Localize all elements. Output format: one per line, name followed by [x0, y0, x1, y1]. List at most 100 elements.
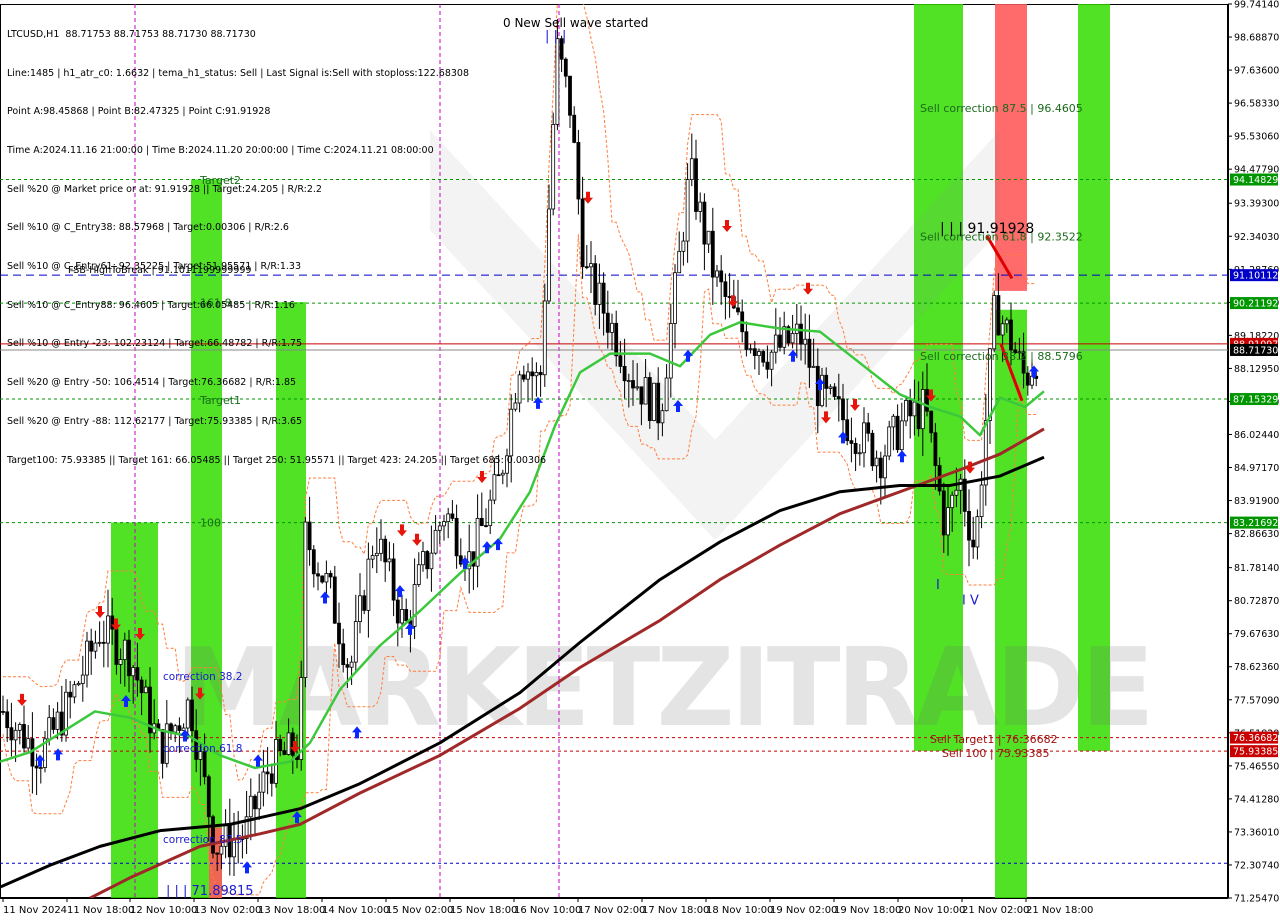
- bear-candle: [866, 422, 871, 434]
- bear-candle: [584, 266, 589, 269]
- bull-candle: [899, 420, 904, 451]
- bull-candle: [17, 724, 22, 731]
- bear-candle: [341, 643, 346, 666]
- bull-candle: [773, 334, 778, 353]
- bull-candle: [597, 282, 602, 305]
- bear-candle: [895, 415, 900, 451]
- green-zone: [191, 179, 222, 899]
- bull-candle: [689, 158, 694, 181]
- bull-candle: [387, 558, 392, 563]
- bull-candle: [698, 201, 703, 212]
- bull-candle: [106, 615, 110, 644]
- bear-candle: [572, 114, 577, 143]
- bull-candle: [547, 208, 551, 302]
- bear-candle: [190, 699, 194, 732]
- price-tick-label: 72.30740: [1234, 860, 1279, 871]
- bear-candle: [563, 58, 568, 77]
- bull-candle: [975, 516, 980, 548]
- bull-candle: [887, 426, 892, 457]
- bull-candle: [912, 401, 917, 417]
- bear-candle: [618, 355, 623, 367]
- bear-candle: [925, 389, 929, 412]
- bear-candle: [332, 576, 337, 624]
- bear-candle: [311, 549, 316, 575]
- bear-candle: [521, 374, 526, 380]
- zone-label: Sell 100 | 75.93385: [942, 747, 1050, 760]
- bear-candle: [647, 377, 652, 421]
- bull-candle: [681, 240, 686, 252]
- price-tick-label: 78.62360: [1234, 662, 1279, 673]
- bull-candle: [93, 642, 98, 652]
- bear-candle: [853, 442, 858, 454]
- trading-chart[interactable]: MARKETZITRADE FSB-HighToBreak | 91.101119…: [0, 0, 1280, 920]
- wave-label: | | | 91.91928: [940, 221, 1034, 237]
- price-badge-label: 75.93385: [1233, 747, 1278, 758]
- bear-candle: [710, 230, 715, 278]
- price-badge-label: 94.14829: [1233, 175, 1278, 186]
- bull-candle: [299, 677, 304, 760]
- bear-candle: [761, 351, 766, 363]
- bull-candle: [274, 739, 278, 784]
- bear-candle: [639, 386, 644, 405]
- bull-candle: [551, 124, 556, 210]
- price-tick-label: 79.67630: [1234, 629, 1279, 640]
- bear-candle: [278, 739, 283, 751]
- price-tick-label: 83.91900: [1234, 496, 1279, 507]
- bull-candle: [946, 507, 950, 536]
- price-tick-label: 98.68870: [1234, 33, 1279, 44]
- correction-label: correction 38.2: [163, 671, 242, 683]
- sell-arrow-icon: [722, 219, 732, 232]
- bull-candle: [143, 686, 148, 694]
- bear-candle: [395, 599, 400, 624]
- bull-candle: [979, 484, 984, 518]
- wave-label: | | |: [545, 29, 566, 44]
- bull-candle: [433, 529, 438, 554]
- bull-candle: [526, 371, 530, 380]
- bear-candle: [206, 776, 211, 818]
- bear-candle: [496, 474, 501, 477]
- sell-arrow-icon: [397, 524, 407, 537]
- bear-candle: [778, 334, 782, 348]
- bear-candle: [345, 664, 350, 668]
- bear-candle: [530, 371, 535, 377]
- bull-candle: [664, 377, 669, 412]
- sell-arrow-icon: [850, 398, 860, 411]
- bull-candle: [429, 552, 434, 570]
- bull-candle: [643, 377, 648, 405]
- bear-candle: [282, 750, 287, 755]
- time-tick-label: 13 Nov 18:00: [258, 905, 325, 916]
- bear-candle: [836, 396, 841, 400]
- time-tick-label: 11 Nov 18:00: [67, 905, 134, 916]
- bull-candle: [1000, 323, 1005, 336]
- bear-candle: [832, 386, 837, 397]
- bull-candle: [421, 551, 425, 566]
- bull-candle: [370, 555, 375, 560]
- bear-candle: [328, 573, 333, 578]
- bull-candle: [353, 621, 358, 663]
- bull-candle: [185, 699, 190, 729]
- bear-candle: [383, 538, 388, 563]
- buy-arrow-icon: [320, 591, 330, 604]
- bear-candle: [723, 281, 728, 297]
- bear-candle: [824, 374, 829, 389]
- bear-candle: [845, 419, 850, 442]
- time-tick-label: 13 Nov 02:00: [194, 905, 261, 916]
- bull-candle: [303, 521, 308, 678]
- time-tick-label: 21 Nov 18:00: [1026, 905, 1093, 916]
- price-tick-label: 92.34030: [1234, 232, 1279, 243]
- bull-candle: [379, 538, 383, 554]
- time-tick-label: 18 Nov 10:00: [706, 905, 773, 916]
- bear-candle: [362, 595, 367, 611]
- bear-candle: [135, 667, 140, 681]
- buy-arrow-icon: [493, 538, 503, 551]
- bear-candle: [316, 573, 320, 577]
- price-badge-label: 76.36682: [1233, 733, 1278, 744]
- bull-candle: [857, 452, 862, 455]
- bear-candle: [605, 312, 610, 333]
- bear-candle: [841, 398, 845, 421]
- bull-candle: [883, 455, 887, 479]
- price-tick-label: 82.86630: [1234, 529, 1279, 540]
- bull-candle: [38, 767, 43, 769]
- chart-canvas[interactable]: MARKETZITRADEFSB-HighToBreak | 91.101119…: [0, 0, 1280, 920]
- bear-candle: [479, 517, 484, 527]
